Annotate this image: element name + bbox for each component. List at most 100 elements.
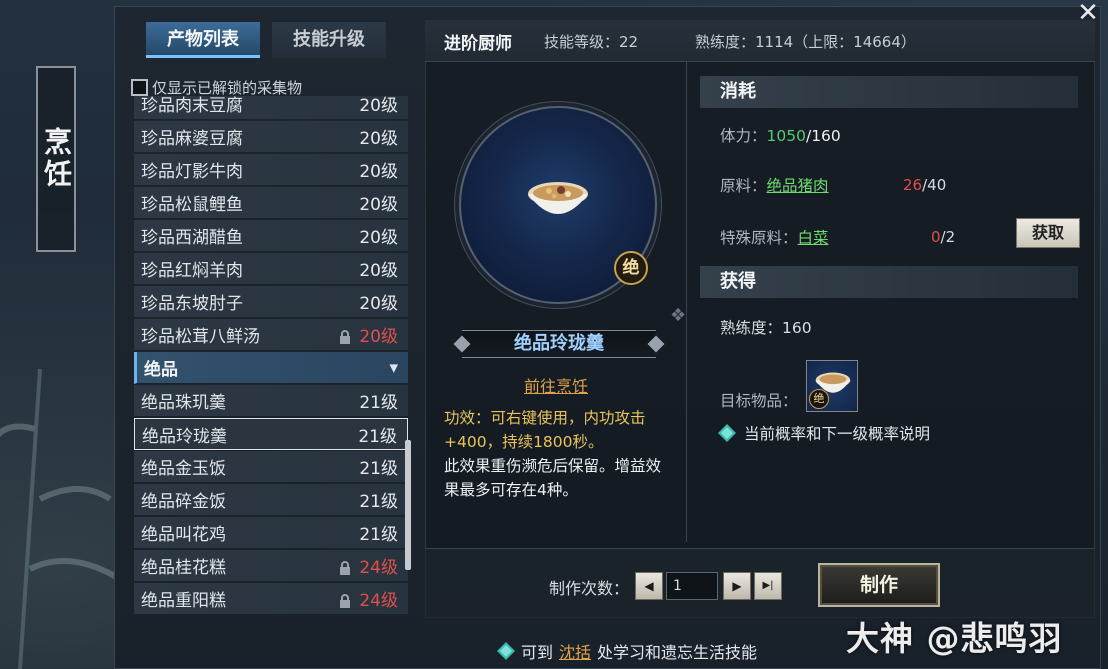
npc-link[interactable]: 沈括 — [559, 639, 591, 663]
recipe-list[interactable]: 珍品肉末豆腐 20级 珍品麻婆豆腐 20级 珍品灯影牛肉 20级 珍品松鼠鲤鱼 20级 珍品西湖… — [134, 96, 411, 618]
unlocked-filter[interactable]: 仅显示已解锁的采集物 — [131, 77, 302, 98]
recipe-name: 珍品西湖醋鱼 — [141, 228, 243, 248]
list-item[interactable]: 绝品重阳糕 24级 — [134, 583, 408, 615]
craft-button[interactable]: 制作 — [818, 563, 940, 607]
recipe-name: 珍品红焖羊肉 — [141, 261, 243, 281]
recipe-name: 珍品肉末豆腐 — [141, 96, 243, 116]
recipe-level: 20级 — [359, 96, 398, 116]
recipe-level: 20级 — [359, 195, 398, 215]
recipe-name: 珍品松茸八鲜汤 — [141, 327, 260, 347]
recipe-level-cell: 24级 — [339, 553, 398, 578]
target-item-label: 目标物品： — [720, 392, 798, 410]
list-item[interactable]: 珍品灯影牛肉 20级 — [134, 154, 408, 186]
effect-text: 功效：可右键使用，内功攻击+400，持续1800秒。 — [444, 409, 646, 451]
info-bar: 进阶厨师 技能等级：22 熟练度：1114（上限：14664） — [425, 20, 1095, 62]
skill-level: 技能等级：22 — [544, 33, 639, 51]
help-gem-icon — [718, 424, 736, 442]
list-item[interactable]: 珍品红焖羊肉 20级 — [134, 253, 408, 285]
list-item[interactable]: 绝品碎金饭 21级 — [134, 484, 408, 516]
recipe-level: 24级 — [359, 558, 398, 578]
gain-proficiency: 熟练度：160 — [720, 319, 812, 337]
recipe-name: 珍品松鼠鲤鱼 — [141, 195, 243, 215]
list-item[interactable]: 珍品松鼠鲤鱼 20级 — [134, 187, 408, 219]
recipe-level-cell: 21级 — [358, 422, 397, 447]
recipe-name: 绝品金玉饭 — [141, 459, 226, 479]
grade-badge-icon: 绝 — [614, 251, 648, 285]
recipe-level: 20级 — [359, 228, 398, 248]
list-item[interactable]: 绝品金玉饭 21级 — [134, 451, 408, 483]
recipe-level-cell: 20级 — [359, 223, 398, 248]
special-material-link[interactable]: 白菜 — [798, 229, 829, 247]
lock-icon — [340, 330, 351, 344]
recipe-level: 21级 — [359, 492, 398, 512]
recipe-level: 24级 — [359, 591, 398, 611]
stamina-row: 体力：1050/160 — [720, 127, 841, 145]
recipe-level: 20级 — [359, 294, 398, 314]
list-item[interactable]: 绝品桂花糕 24级 — [134, 550, 408, 582]
list-item[interactable]: 珍品松茸八鲜汤 20级 — [134, 319, 408, 351]
recipe-level: 20级 — [359, 261, 398, 281]
footer-hint: 可到 沈括 处学习和遗忘生活技能 — [497, 639, 757, 663]
effect-note: 此效果重伤濒危后保留。增益效果最多可存在4种。 — [444, 457, 662, 499]
special-material-count: 0/2 — [931, 228, 956, 246]
target-item-icon[interactable]: 绝 — [806, 360, 858, 412]
goto-cooking-link[interactable]: 前往烹饪 — [524, 373, 588, 397]
probability-help[interactable]: 当前概率和下一级概率说明 — [718, 422, 930, 444]
list-scrollbar[interactable] — [405, 440, 411, 570]
tab-skill-upgrade[interactable]: 技能升级 — [272, 22, 386, 58]
recipe-name: 绝品碎金饭 — [141, 492, 226, 512]
recipe-level-cell: 20级 — [339, 322, 398, 347]
recipe-level-cell: 21级 — [359, 487, 398, 512]
recipe-level-cell: 21级 — [359, 454, 398, 479]
recipe-level-cell: 20级 — [359, 256, 398, 281]
list-item[interactable]: 绝品玲珑羹 21级 — [134, 418, 408, 450]
list-item[interactable]: 珍品麻婆豆腐 20级 — [134, 121, 408, 153]
recipe-level-cell: 20级 — [359, 157, 398, 182]
consume-heading: 消耗 — [700, 76, 1078, 108]
list-item[interactable]: 绝品叫花鸡 21级 — [134, 517, 408, 549]
recipe-level: 20级 — [359, 327, 398, 347]
recipe-level-cell: 21级 — [359, 388, 398, 413]
quantity-input[interactable] — [666, 572, 718, 600]
recipe-name: 绝品玲珑羹 — [142, 426, 227, 447]
recipe-level-cell: 20级 — [359, 190, 398, 215]
recipe-name: 绝品叫花鸡 — [141, 525, 226, 545]
recipe-level-cell: 24级 — [339, 586, 398, 611]
recipe-name: 珍品灯影牛肉 — [141, 162, 243, 182]
recipe-level: 21级 — [358, 426, 397, 447]
recipe-level-cell: 20级 — [359, 96, 398, 116]
recipe-name: 绝品桂花糕 — [141, 558, 226, 578]
recipe-level-cell: 20级 — [359, 124, 398, 149]
special-material-row: 特殊原料：白菜 — [720, 229, 829, 247]
list-category-header[interactable]: 绝品 ▾ — [134, 352, 408, 384]
list-item[interactable]: 珍品西湖醋鱼 20级 — [134, 220, 408, 252]
material-link[interactable]: 绝品猪肉 — [767, 177, 829, 195]
target-grade-badge-icon: 绝 — [809, 389, 829, 409]
hint-gem-icon — [497, 642, 515, 660]
list-item[interactable]: 绝品珠玑羹 21级 — [134, 385, 408, 417]
recipe-name: 珍品东坡肘子 — [141, 294, 243, 314]
soup-bowl-icon — [528, 182, 588, 214]
recipe-name: 珍品麻婆豆腐 — [141, 129, 243, 149]
tab-product-list[interactable]: 产物列表 — [146, 22, 260, 58]
lock-icon — [340, 561, 351, 575]
bamboo-decoration — [0, 368, 122, 669]
caret-down-icon: ▾ — [389, 357, 398, 378]
gain-heading: 获得 — [700, 266, 1078, 298]
get-material-button[interactable]: 获取 — [1016, 218, 1080, 248]
filter-checkbox[interactable] — [131, 79, 148, 96]
proficiency-total: 熟练度：1114（上限：14664） — [695, 33, 916, 51]
chef-title: 进阶厨师 — [444, 34, 512, 54]
item-description: 功效：可右键使用，内功攻击+400，持续1800秒。 此效果重伤濒危后保留。增益… — [444, 406, 669, 502]
list-item[interactable]: 珍品东坡肘子 20级 — [134, 286, 408, 318]
panel-divider — [686, 62, 687, 542]
recipe-level: 20级 — [359, 162, 398, 182]
quantity-decrease-button[interactable]: ◀ — [635, 572, 663, 600]
list-item[interactable]: 珍品肉末豆腐 20级 — [134, 96, 408, 120]
quantity-max-button[interactable]: ▶| — [754, 572, 782, 600]
recipe-level: 20级 — [359, 129, 398, 149]
window-side-title: 烹饪 — [36, 66, 76, 252]
recipe-level: 21级 — [359, 393, 398, 413]
diamond-ornament-icon: ❖ — [670, 305, 687, 326]
quantity-increase-button[interactable]: ▶ — [723, 572, 751, 600]
